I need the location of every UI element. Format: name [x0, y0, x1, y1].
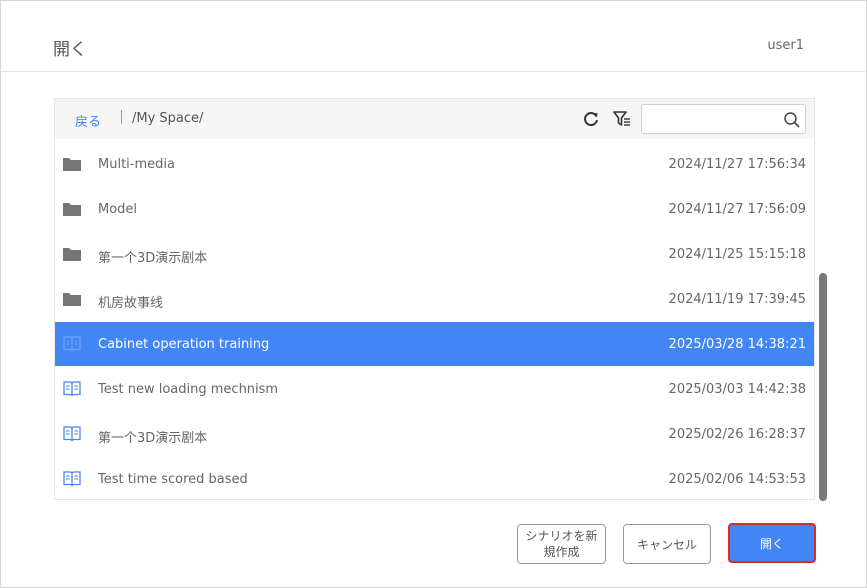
file-name: Multi-media [98, 157, 175, 172]
list-item[interactable]: Model 2024/11/27 17:56:09 [55, 187, 814, 231]
file-date: 2025/02/06 14:53:53 [668, 472, 806, 487]
file-date: 2024/11/25 15:15:18 [668, 247, 806, 262]
file-name: Model [98, 202, 138, 217]
search-box [641, 104, 806, 134]
refresh-icon[interactable] [581, 109, 601, 129]
list-item[interactable]: Test new loading mechnism 2025/03/03 14:… [55, 367, 814, 411]
open-dialog: 開く user1 戻る /My Space/ Multi-media 2024/… [0, 0, 867, 588]
list-item-selected[interactable]: Cabinet operation training 2025/03/28 14… [55, 322, 814, 366]
folder-icon [62, 200, 82, 218]
toolbar-divider [121, 110, 122, 124]
file-date: 2025/03/28 14:38:21 [668, 337, 806, 352]
file-list: Multi-media 2024/11/27 17:56:34 Model 20… [55, 140, 814, 499]
open-button[interactable]: 開く [728, 523, 816, 563]
list-item[interactable]: Test time scored based 2025/02/06 14:53:… [55, 457, 814, 499]
file-name: Test new loading mechnism [98, 382, 279, 397]
file-date: 2024/11/27 17:56:09 [668, 202, 806, 217]
file-name: Cabinet operation training [98, 337, 270, 352]
browser-toolbar: 戻る /My Space/ [55, 99, 814, 139]
file-date: 2025/03/03 14:42:38 [668, 382, 806, 397]
file-name: Test time scored based [98, 472, 248, 487]
file-name: 机房故事线 [98, 296, 164, 311]
file-date: 2025/02/26 16:28:37 [668, 427, 806, 442]
folder-icon [62, 155, 82, 173]
scenario-book-icon [62, 380, 82, 398]
file-name: 第一个3D演示剧本 [98, 251, 208, 266]
back-link[interactable]: 戻る [75, 111, 101, 130]
user-name: user1 [767, 38, 804, 53]
file-date: 2024/11/19 17:39:45 [668, 292, 806, 307]
list-item[interactable]: 第一个3D演示剧本 2025/02/26 16:28:37 [55, 412, 814, 456]
folder-icon [62, 245, 82, 263]
scrollbar-track[interactable] [819, 141, 827, 501]
list-item[interactable]: Multi-media 2024/11/27 17:56:34 [55, 142, 814, 186]
list-item[interactable]: 第一个3D演示剧本 2024/11/25 15:15:18 [55, 232, 814, 276]
dialog-title: 開く [53, 40, 87, 60]
list-item[interactable]: 机房故事线 2024/11/19 17:39:45 [55, 277, 814, 321]
file-browser: 戻る /My Space/ Multi-media 2024/11/27 17:… [54, 98, 815, 500]
scenario-book-icon [62, 470, 82, 488]
filter-icon[interactable] [612, 109, 632, 129]
file-date: 2024/11/27 17:56:34 [668, 157, 806, 172]
scenario-book-icon [62, 335, 82, 353]
file-name: 第一个3D演示剧本 [98, 431, 208, 446]
folder-icon [62, 290, 82, 308]
dialog-header: 開く user1 [1, 1, 866, 72]
current-path: /My Space/ [132, 111, 204, 126]
search-icon[interactable] [783, 111, 801, 129]
new-scenario-button[interactable]: シナリオを新規作成 [517, 524, 606, 564]
search-input[interactable] [648, 109, 778, 129]
scenario-book-icon [62, 425, 82, 443]
cancel-button[interactable]: キャンセル [623, 524, 711, 564]
scrollbar-thumb[interactable] [819, 273, 827, 501]
